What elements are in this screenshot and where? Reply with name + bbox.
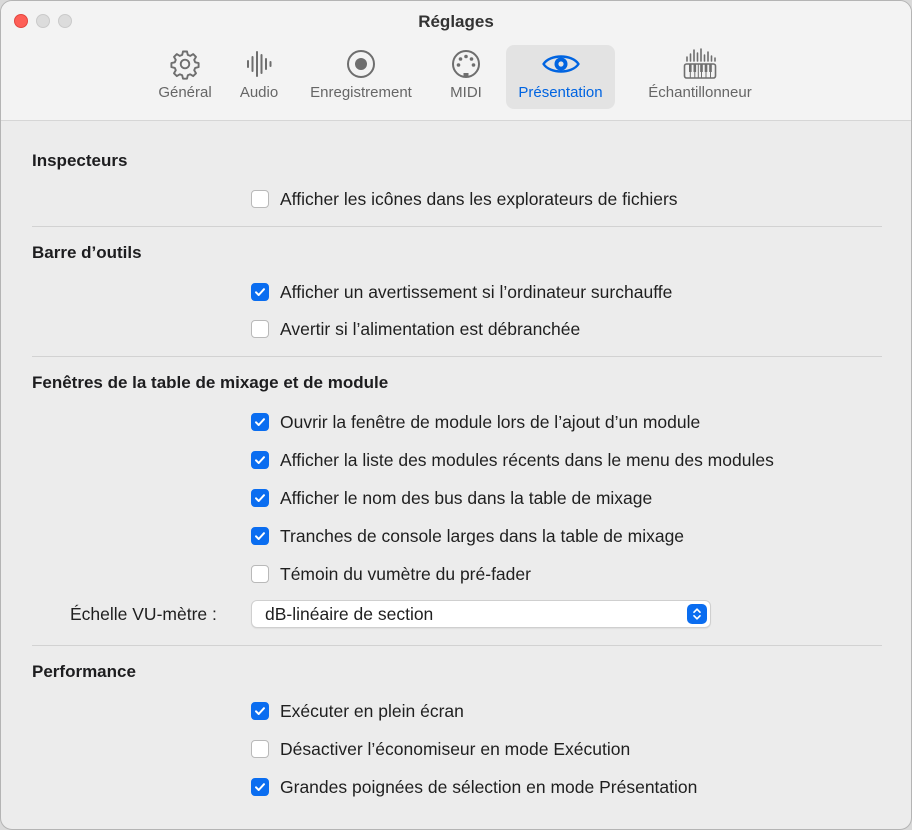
checkbox-row[interactable]: Témoin du vumètre du pré-fader bbox=[251, 563, 531, 585]
checkbox-row[interactable]: Afficher la liste des modules récents da… bbox=[251, 449, 774, 471]
section-title-inspecteurs: Inspecteurs bbox=[32, 151, 128, 170]
checkbox[interactable] bbox=[251, 740, 269, 758]
section-title-performance: Performance bbox=[32, 662, 136, 681]
checkbox-label: Témoin du vumètre du pré-fader bbox=[280, 563, 531, 584]
checkbox[interactable] bbox=[251, 190, 269, 208]
divider bbox=[32, 226, 882, 227]
checkbox-label: Tranches de console larges dans la table… bbox=[280, 525, 685, 546]
preference-tabs: Général Audio Enregistrement MIDI Présen… bbox=[1, 45, 911, 109]
toolbar: Réglages Général Audio Enregistrement MI… bbox=[1, 1, 911, 121]
tab-enregistrement[interactable]: Enregistrement bbox=[298, 45, 424, 109]
checkbox[interactable] bbox=[251, 283, 269, 301]
checkbox[interactable] bbox=[251, 451, 269, 469]
vu-scale-popup[interactable]: dB-linéaire de section bbox=[251, 600, 711, 628]
tab-label: Général bbox=[158, 84, 212, 101]
record-icon bbox=[345, 45, 377, 83]
checkbox-label: Afficher le nom des bus dans la table de… bbox=[280, 487, 653, 508]
tab-presentation[interactable]: Présentation bbox=[506, 45, 615, 109]
up-down-chevron-icon bbox=[687, 604, 707, 624]
checkmark-icon bbox=[255, 707, 265, 715]
checkbox[interactable] bbox=[251, 320, 269, 338]
tab-audio[interactable]: Audio bbox=[232, 45, 286, 109]
checkmark-icon bbox=[255, 532, 265, 540]
checkbox[interactable] bbox=[251, 527, 269, 545]
tab-label: Enregistrement bbox=[310, 84, 412, 101]
vu-scale-label: Échelle VU-mètre : bbox=[70, 604, 217, 624]
checkbox[interactable] bbox=[251, 778, 269, 796]
divider bbox=[32, 645, 882, 646]
checkbox[interactable] bbox=[251, 413, 269, 431]
midi-connector-icon bbox=[450, 45, 482, 83]
checkbox-row[interactable]: Désactiver l’économiseur en mode Exécuti… bbox=[251, 738, 630, 760]
checkmark-icon bbox=[255, 456, 265, 464]
checkbox-row[interactable]: Tranches de console larges dans la table… bbox=[251, 525, 684, 547]
eye-icon bbox=[541, 45, 581, 83]
tab-midi[interactable]: MIDI bbox=[439, 45, 493, 109]
tab-label: Présentation bbox=[518, 84, 603, 101]
section-title-fenetres: Fenêtres de la table de mixage et de mod… bbox=[32, 373, 389, 392]
sampler-keyboard-icon bbox=[682, 45, 718, 83]
checkbox[interactable] bbox=[251, 702, 269, 720]
divider bbox=[32, 356, 882, 357]
window-title: Réglages bbox=[418, 12, 494, 31]
checkbox-label: Désactiver l’économiseur en mode Exécuti… bbox=[280, 738, 631, 759]
checkbox-label: Afficher la liste des modules récents da… bbox=[280, 449, 774, 470]
gear-icon bbox=[169, 45, 201, 83]
settings-content: Inspecteurs Afficher les icônes dans les… bbox=[1, 121, 911, 829]
tab-general[interactable]: Général bbox=[150, 45, 220, 109]
checkbox[interactable] bbox=[251, 565, 269, 583]
section-title-barre-outils: Barre d’outils bbox=[32, 243, 142, 262]
checkbox-row[interactable]: Afficher un avertissement si l’ordinateu… bbox=[251, 281, 672, 303]
checkbox-row[interactable]: Afficher le nom des bus dans la table de… bbox=[251, 487, 652, 509]
checkbox-row[interactable]: Avertir si l’alimentation est débranchée bbox=[251, 318, 580, 340]
tab-echantillonneur[interactable]: Échantillonneur bbox=[635, 45, 765, 109]
checkbox-label: Afficher les icônes dans les explorateur… bbox=[280, 188, 678, 209]
tab-label: MIDI bbox=[450, 84, 482, 101]
checkbox-label: Ouvrir la fenêtre de module lors de l’aj… bbox=[280, 411, 701, 432]
checkbox-label: Exécuter en plein écran bbox=[280, 700, 464, 721]
checkmark-icon bbox=[255, 783, 265, 791]
checkbox-row[interactable]: Afficher les icônes dans les explorateur… bbox=[251, 188, 678, 210]
waveform-icon bbox=[243, 45, 275, 83]
checkmark-icon bbox=[255, 418, 265, 426]
checkbox-label: Avertir si l’alimentation est débranchée bbox=[280, 318, 581, 339]
checkmark-icon bbox=[255, 494, 265, 502]
checkbox[interactable] bbox=[251, 489, 269, 507]
vu-scale-value: dB-linéaire de section bbox=[265, 604, 434, 624]
tab-label: Audio bbox=[239, 84, 279, 101]
settings-window: Réglages Général Audio Enregistrement MI… bbox=[0, 0, 912, 830]
checkbox-label: Grandes poignées de sélection en mode Pr… bbox=[280, 776, 698, 797]
checkbox-row[interactable]: Grandes poignées de sélection en mode Pr… bbox=[251, 776, 697, 798]
tab-label: Échantillonneur bbox=[648, 84, 752, 101]
checkbox-label: Afficher un avertissement si l’ordinateu… bbox=[280, 281, 673, 302]
checkbox-row[interactable]: Exécuter en plein écran bbox=[251, 700, 464, 722]
checkmark-icon bbox=[255, 288, 265, 296]
checkbox-row[interactable]: Ouvrir la fenêtre de module lors de l’aj… bbox=[251, 411, 700, 433]
